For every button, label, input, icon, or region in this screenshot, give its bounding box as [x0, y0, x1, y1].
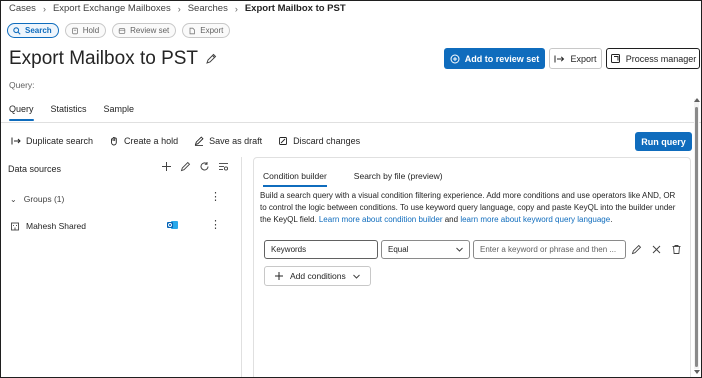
tab-sample[interactable]: Sample	[104, 104, 135, 121]
close-icon[interactable]	[651, 244, 662, 255]
tab-statistics[interactable]: Statistics	[51, 104, 87, 121]
breadcrumb-searches[interactable]: Searches	[188, 3, 228, 14]
draft-pen-icon	[194, 136, 204, 146]
mailbox-more-icon[interactable]: ⋮	[210, 220, 221, 231]
step-pills: Search Hold Review set Export	[7, 23, 231, 38]
arrow-right-bar-icon	[11, 137, 21, 145]
discard-changes-label: Discard changes	[293, 136, 361, 146]
page-title-row: Export Mailbox to PST	[9, 48, 217, 70]
keyword-placeholder: Enter a keyword or phrase and then ...	[480, 245, 617, 254]
pane-splitter[interactable]	[241, 157, 242, 377]
add-icon	[275, 272, 283, 280]
breadcrumb: Cases › Export Exchange Mailboxes › Sear…	[9, 3, 346, 14]
keyword-input[interactable]: Enter a keyword or phrase and then ...	[473, 240, 626, 259]
page-tabs: Query Statistics Sample	[9, 104, 134, 121]
export-button[interactable]: Export	[549, 48, 602, 69]
breadcrumb-current: Export Mailbox to PST	[244, 3, 346, 14]
edit-pencil-icon[interactable]	[205, 53, 217, 65]
building-icon	[11, 222, 19, 231]
delete-icon[interactable]	[671, 244, 682, 255]
list-settings-icon[interactable]	[218, 161, 229, 172]
operator-value: Equal	[388, 245, 409, 254]
save-as-draft-label: Save as draft	[209, 136, 263, 146]
process-manager-label: Process manager	[625, 53, 697, 64]
run-query-button[interactable]: Run query	[635, 132, 692, 151]
add-to-review-set-button[interactable]: Add to review set	[444, 48, 545, 69]
keyword-query-link[interactable]: learn more about keyword query language	[460, 215, 610, 224]
process-manager-icon	[610, 54, 620, 63]
chevron-right-icon: ›	[234, 3, 238, 14]
duplicate-search-button[interactable]: Duplicate search	[11, 136, 93, 146]
page-title: Export Mailbox to PST	[9, 48, 199, 69]
chevron-right-icon: ›	[177, 3, 181, 14]
hold-icon	[71, 27, 78, 34]
chevron-right-icon: ›	[42, 3, 46, 14]
step-export[interactable]: Export	[182, 23, 231, 38]
scroll-up-arrow-icon[interactable]	[694, 98, 700, 102]
export-arrow-icon	[554, 55, 565, 62]
export-label: Export	[570, 53, 597, 64]
duplicate-search-label: Duplicate search	[26, 136, 94, 146]
add-conditions-label: Add conditions	[290, 271, 346, 281]
add-conditions-button[interactable]: Add conditions	[264, 266, 371, 286]
outlook-icon	[167, 221, 178, 229]
and-text: and	[444, 215, 459, 224]
edit-condition-icon[interactable]	[631, 244, 642, 255]
query-label: Query:	[9, 80, 35, 90]
keywords-value: Keywords	[271, 245, 307, 254]
groups-label: Groups (1)	[23, 194, 65, 204]
review-set-icon	[118, 27, 126, 34]
step-search[interactable]: Search	[7, 23, 59, 38]
mailbox-row[interactable]: Mahesh Shared	[10, 221, 86, 231]
builder-description: Build a search query with a visual condi…	[260, 190, 680, 226]
step-review-set[interactable]: Review set	[112, 23, 177, 38]
refresh-icon[interactable]	[199, 161, 210, 172]
groups-row[interactable]: ⌄ Groups (1)	[10, 194, 64, 204]
tabs-divider	[1, 122, 701, 123]
step-label: Review set	[130, 26, 170, 35]
breadcrumb-cases[interactable]: Cases	[9, 3, 36, 14]
step-label: Search	[25, 26, 52, 35]
create-hold-button[interactable]: Create a hold	[109, 136, 178, 146]
tab-search-by-file[interactable]: Search by file (preview)	[354, 171, 443, 187]
app-window: Cases › Export Exchange Mailboxes › Sear…	[0, 0, 702, 378]
chevron-down-icon	[456, 247, 463, 252]
tab-condition-builder[interactable]: Condition builder	[263, 171, 327, 187]
step-hold[interactable]: Hold	[64, 23, 107, 38]
export-icon	[189, 27, 196, 34]
chevron-down-icon	[352, 274, 360, 279]
condition-builder-link[interactable]: Learn more about condition builder	[319, 215, 443, 224]
keywords-field[interactable]: Keywords	[264, 240, 378, 259]
discard-icon	[279, 137, 288, 145]
search-icon	[13, 26, 21, 35]
add-icon[interactable]	[161, 161, 172, 172]
save-as-draft-button[interactable]: Save as draft	[194, 136, 262, 146]
create-hold-label: Create a hold	[124, 136, 179, 146]
run-query-label: Run query	[641, 136, 686, 147]
tab-query[interactable]: Query	[9, 104, 34, 121]
data-sources-title: Data sources	[8, 164, 62, 174]
condition-builder-panel: Condition builder Search by file (previe…	[253, 157, 691, 377]
step-label: Hold	[82, 26, 100, 35]
edit-icon[interactable]	[180, 161, 191, 172]
step-label: Export	[200, 26, 224, 35]
add-to-review-set-label: Add to review set	[464, 53, 540, 64]
process-manager-button[interactable]: Process manager	[606, 48, 700, 69]
scroll-down-arrow-icon[interactable]	[694, 370, 700, 374]
breadcrumb-case-name[interactable]: Export Exchange Mailboxes	[53, 3, 171, 14]
period-text: .	[610, 215, 613, 224]
mailbox-name: Mahesh Shared	[26, 221, 87, 231]
operator-select[interactable]: Equal	[381, 240, 470, 259]
chevron-down-icon[interactable]: ⌄	[10, 195, 17, 204]
scrollbar-thumb[interactable]	[695, 107, 698, 367]
query-toolbar: Duplicate search Create a hold Save as d…	[11, 136, 360, 146]
builder-tabs: Condition builder Search by file (previe…	[263, 171, 443, 187]
discard-changes-button[interactable]: Discard changes	[278, 136, 360, 146]
groups-more-icon[interactable]: ⋮	[210, 192, 221, 203]
hold-hand-icon	[111, 136, 117, 146]
data-sources-actions	[161, 161, 229, 172]
add-circle-icon	[450, 54, 460, 63]
